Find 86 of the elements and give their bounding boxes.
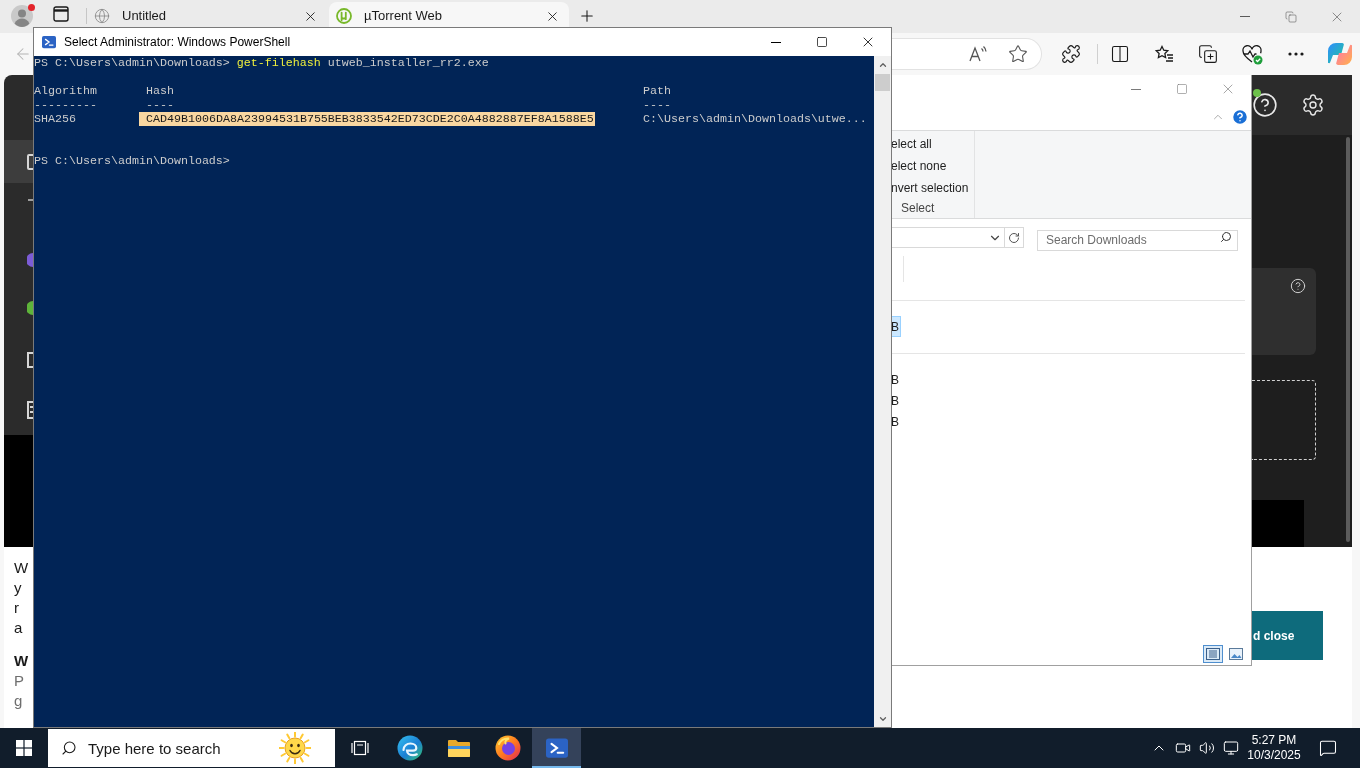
network-icon (1223, 740, 1239, 756)
collections-icon (1198, 44, 1218, 64)
content-panel (1252, 500, 1304, 547)
search-field[interactable]: Search Downloads (1037, 229, 1238, 251)
refresh-icon (1008, 231, 1020, 244)
paragraph-text: g (14, 691, 23, 711)
clock[interactable]: 5:27 PM 10/3/2025 (1243, 728, 1305, 768)
settings-button[interactable] (1301, 93, 1325, 117)
plus-icon (578, 7, 596, 25)
hash-value[interactable]: CAD49B1006DA8A23994531B755BEB3833542ED73CDE2C0A4882887EF8A1588E5 (139, 112, 595, 126)
heart-pulse-icon (1241, 43, 1263, 65)
column-header: Algorithm (34, 84, 97, 98)
windows-logo-icon (16, 740, 32, 756)
task-view-icon (351, 740, 369, 756)
file-row[interactable]: B (891, 390, 901, 411)
ribbon-command[interactable]: nvert selection (891, 177, 969, 199)
help-icon (1252, 92, 1278, 118)
scrollbar-thumb[interactable] (875, 74, 890, 91)
table-cell: C:\Users\admin\Downloads\utwe... (643, 112, 867, 126)
file-row[interactable]: B (891, 369, 901, 390)
video-camera-icon (1175, 740, 1191, 756)
help-icon (1290, 278, 1306, 294)
speaker-icon (1199, 740, 1215, 756)
browser-logo-icon (396, 735, 423, 761)
scrollbar-thumb[interactable] (1346, 137, 1350, 542)
star-icon (1008, 44, 1028, 64)
more-icon (1288, 52, 1304, 56)
profile-avatar-icon (11, 5, 33, 27)
sidebar-item[interactable] (4, 140, 33, 183)
ribbon-command[interactable]: elect none (891, 155, 947, 177)
refresh-button[interactable] (1005, 227, 1024, 248)
terminal-icon (545, 737, 568, 759)
column-header: Hash (146, 84, 174, 98)
copilot-logo-icon (1328, 42, 1352, 66)
argument-text: utweb_installer_rr2.exe (327, 56, 489, 70)
column-rule: --------- (34, 98, 97, 112)
terminal-icon (42, 35, 56, 49)
prompt-text: PS C:\Users\admin\Downloads> (34, 56, 230, 70)
help-icon (1231, 107, 1249, 126)
file-row[interactable]: B (891, 411, 901, 432)
table-cell: SHA256 (34, 112, 76, 126)
read-aloud-icon (968, 44, 988, 64)
search-icon (1220, 231, 1232, 243)
search-field[interactable]: Type here to search (48, 729, 335, 767)
paragraph-text: P (14, 671, 24, 691)
restore-icon (1285, 10, 1297, 23)
details-view-button[interactable] (1203, 645, 1223, 663)
large-icons-view-button[interactable] (1226, 645, 1246, 663)
tab-actions-icon (53, 6, 69, 22)
paragraph-text: a (14, 618, 23, 638)
address-bar[interactable] (891, 38, 1042, 70)
minimize-icon (771, 41, 781, 43)
ribbon-group-label: Select (901, 200, 935, 216)
column-rule: ---- (643, 98, 671, 112)
action-button[interactable]: d close (1251, 611, 1323, 660)
window-title: Select Administrator: Windows PowerShell (64, 34, 291, 51)
puzzle-icon (1061, 44, 1081, 64)
paragraph-text: r (14, 598, 19, 618)
minimize-icon (1131, 88, 1141, 90)
browser-logo-icon (494, 735, 521, 761)
heading-text: W (14, 651, 29, 671)
favorites-icon (1154, 44, 1174, 64)
paragraph-text: y (14, 578, 22, 598)
maximize-icon (816, 36, 828, 48)
search-icon (61, 740, 77, 756)
settings-icon (1301, 93, 1325, 117)
maximize-icon (1176, 83, 1188, 95)
ribbon-command[interactable]: elect all (891, 133, 932, 155)
folder-icon (446, 738, 471, 758)
paragraph-text: W (14, 558, 29, 578)
taskbar-app-button[interactable] (532, 728, 581, 768)
list-icon (1206, 648, 1220, 660)
command-text: get-filehash (236, 56, 321, 70)
browser-tab[interactable]: µTorrent Web (329, 2, 569, 27)
globe-icon (94, 8, 110, 24)
minimize-icon (1240, 16, 1250, 17)
notification-icon (1319, 739, 1337, 757)
split-screen-icon (1110, 44, 1130, 64)
column-rule: ---- (146, 98, 174, 112)
smiley-sun-icon (279, 732, 311, 764)
column-header: Path (643, 84, 671, 98)
prompt-text: PS C:\Users\admin\Downloads> (34, 154, 230, 168)
browser-tab[interactable]: Untitled (87, 2, 327, 27)
image-icon (1229, 648, 1243, 660)
help-button[interactable] (1252, 92, 1278, 118)
logo-icon (336, 8, 352, 24)
